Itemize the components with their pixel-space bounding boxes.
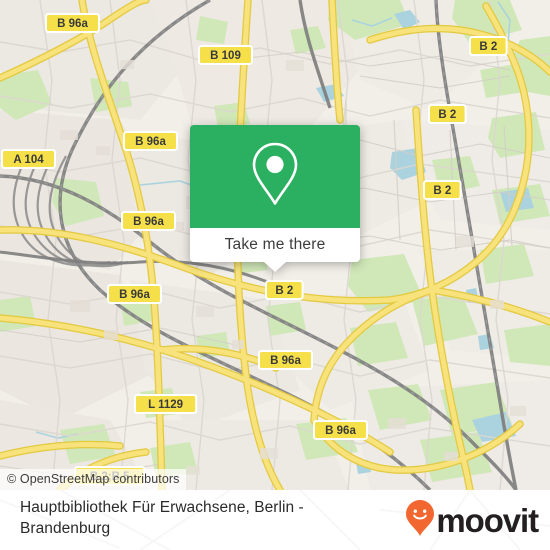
road-shield-label: B 2	[433, 185, 451, 197]
road-shield: B 96a	[121, 211, 176, 231]
moovit-pin-smiley-icon	[405, 499, 435, 542]
road-shield: B 96a	[258, 350, 313, 370]
road-shield-label: A 104	[13, 154, 44, 166]
road-shield-label: B 96a	[57, 18, 88, 30]
road-shield: A 104	[1, 149, 56, 169]
road-shield-label: B 96a	[135, 136, 166, 148]
take-me-there-label: Take me there	[224, 236, 326, 253]
footer-bar: Hauptbibliothek Für Erwachsene, Berlin -…	[0, 490, 550, 550]
road-shield-label: B 2	[438, 109, 456, 121]
callout-footer[interactable]: Take me there	[190, 228, 360, 272]
road-shield-label: B 2	[479, 41, 497, 53]
road-shield: B 2	[428, 104, 467, 124]
moovit-map-card: B 96a B 109 B 2 B 2 B 96a A 104 B 2 B 96a B 96a B…	[0, 0, 550, 550]
road-shield: B 96a	[45, 13, 100, 33]
road-shield: L 1129	[134, 394, 198, 414]
callout-tail	[264, 262, 286, 272]
road-shield: B 2	[423, 180, 462, 200]
road-shield: B 96a	[123, 131, 178, 151]
road-shield-label: L 1129	[148, 399, 183, 411]
road-shield-label: B 109	[210, 50, 241, 62]
map-pin-icon	[250, 141, 300, 212]
road-shield: B 109	[198, 45, 253, 65]
road-shield-label: B 2	[275, 285, 293, 297]
map-attribution: © OpenStreetMap contributors	[0, 469, 186, 490]
callout-header	[190, 125, 360, 228]
moovit-wordmark: moovit	[436, 501, 539, 539]
take-me-there-callout[interactable]: Take me there	[190, 125, 360, 272]
road-shield-label: B 96a	[119, 289, 150, 301]
place-title: Hauptbibliothek Für Erwachsene, Berlin -…	[20, 499, 304, 537]
road-shield: B 96a	[107, 284, 162, 304]
road-shield-label: B 96a	[133, 216, 164, 228]
moovit-logo: moovit	[405, 499, 539, 539]
road-shield-label: B 96a	[325, 425, 356, 437]
road-shield-label: B 96a	[270, 355, 301, 367]
road-shield: B 96a	[313, 420, 368, 440]
road-shield: B 2	[265, 280, 304, 300]
road-shield: B 2	[469, 36, 508, 56]
